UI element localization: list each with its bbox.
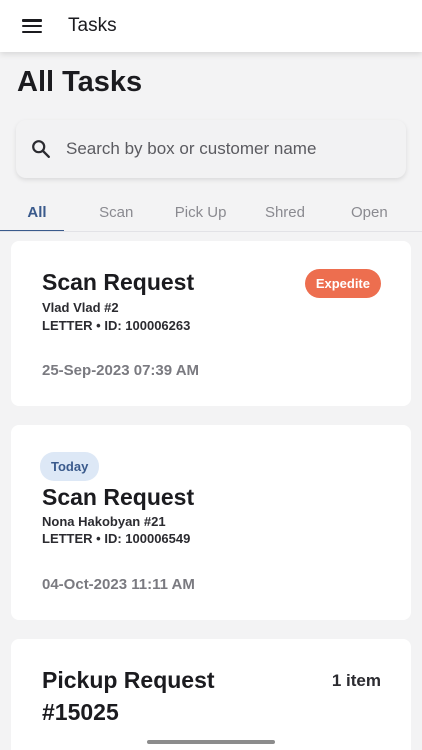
task-date: 25-Sep-2023 07:39 AM [42, 362, 200, 379]
tabs-divider [0, 231, 422, 232]
task-title: Scan Request [42, 484, 195, 510]
task-card[interactable]: Scan Request Expedite Vlad Vlad #2 LETTE… [11, 241, 411, 406]
task-date: 04-Oct-2023 11:11 AM [42, 576, 195, 593]
search-bar[interactable] [16, 120, 406, 178]
expedite-badge: Expedite [304, 269, 381, 298]
search-icon [32, 140, 50, 158]
search-input[interactable] [66, 139, 386, 159]
tab-open[interactable]: Open [327, 192, 411, 232]
task-meta: LETTER • ID: 100006549 [42, 531, 191, 546]
app-bar: Tasks [0, 0, 422, 52]
home-indicator [147, 740, 275, 744]
task-title: Scan Request [42, 269, 195, 295]
task-card[interactable]: Pickup Request #15025 1 item [11, 639, 411, 750]
task-meta: LETTER • ID: 100006263 [42, 318, 191, 333]
task-title: Pickup Request [42, 667, 215, 693]
today-badge: Today [40, 452, 100, 481]
task-card[interactable]: Today Scan Request Nona Hakobyan #21 LET… [11, 425, 411, 620]
item-count: 1 item [331, 671, 381, 690]
hamburger-menu-icon[interactable] [22, 19, 46, 33]
task-number: #15025 [42, 699, 119, 725]
task-customer: Nona Hakobyan #21 [42, 514, 166, 529]
tab-all[interactable]: All [0, 192, 74, 232]
task-customer: Vlad Vlad #2 [42, 300, 119, 315]
tab-shred[interactable]: Shred [243, 192, 327, 232]
app-bar-title: Tasks [68, 15, 117, 36]
tab-scan[interactable]: Scan [74, 192, 158, 232]
filter-tabs: All Scan Pick Up Shred Open [0, 192, 422, 232]
page-title: All Tasks [17, 66, 143, 98]
tab-pick-up[interactable]: Pick Up [158, 192, 242, 232]
